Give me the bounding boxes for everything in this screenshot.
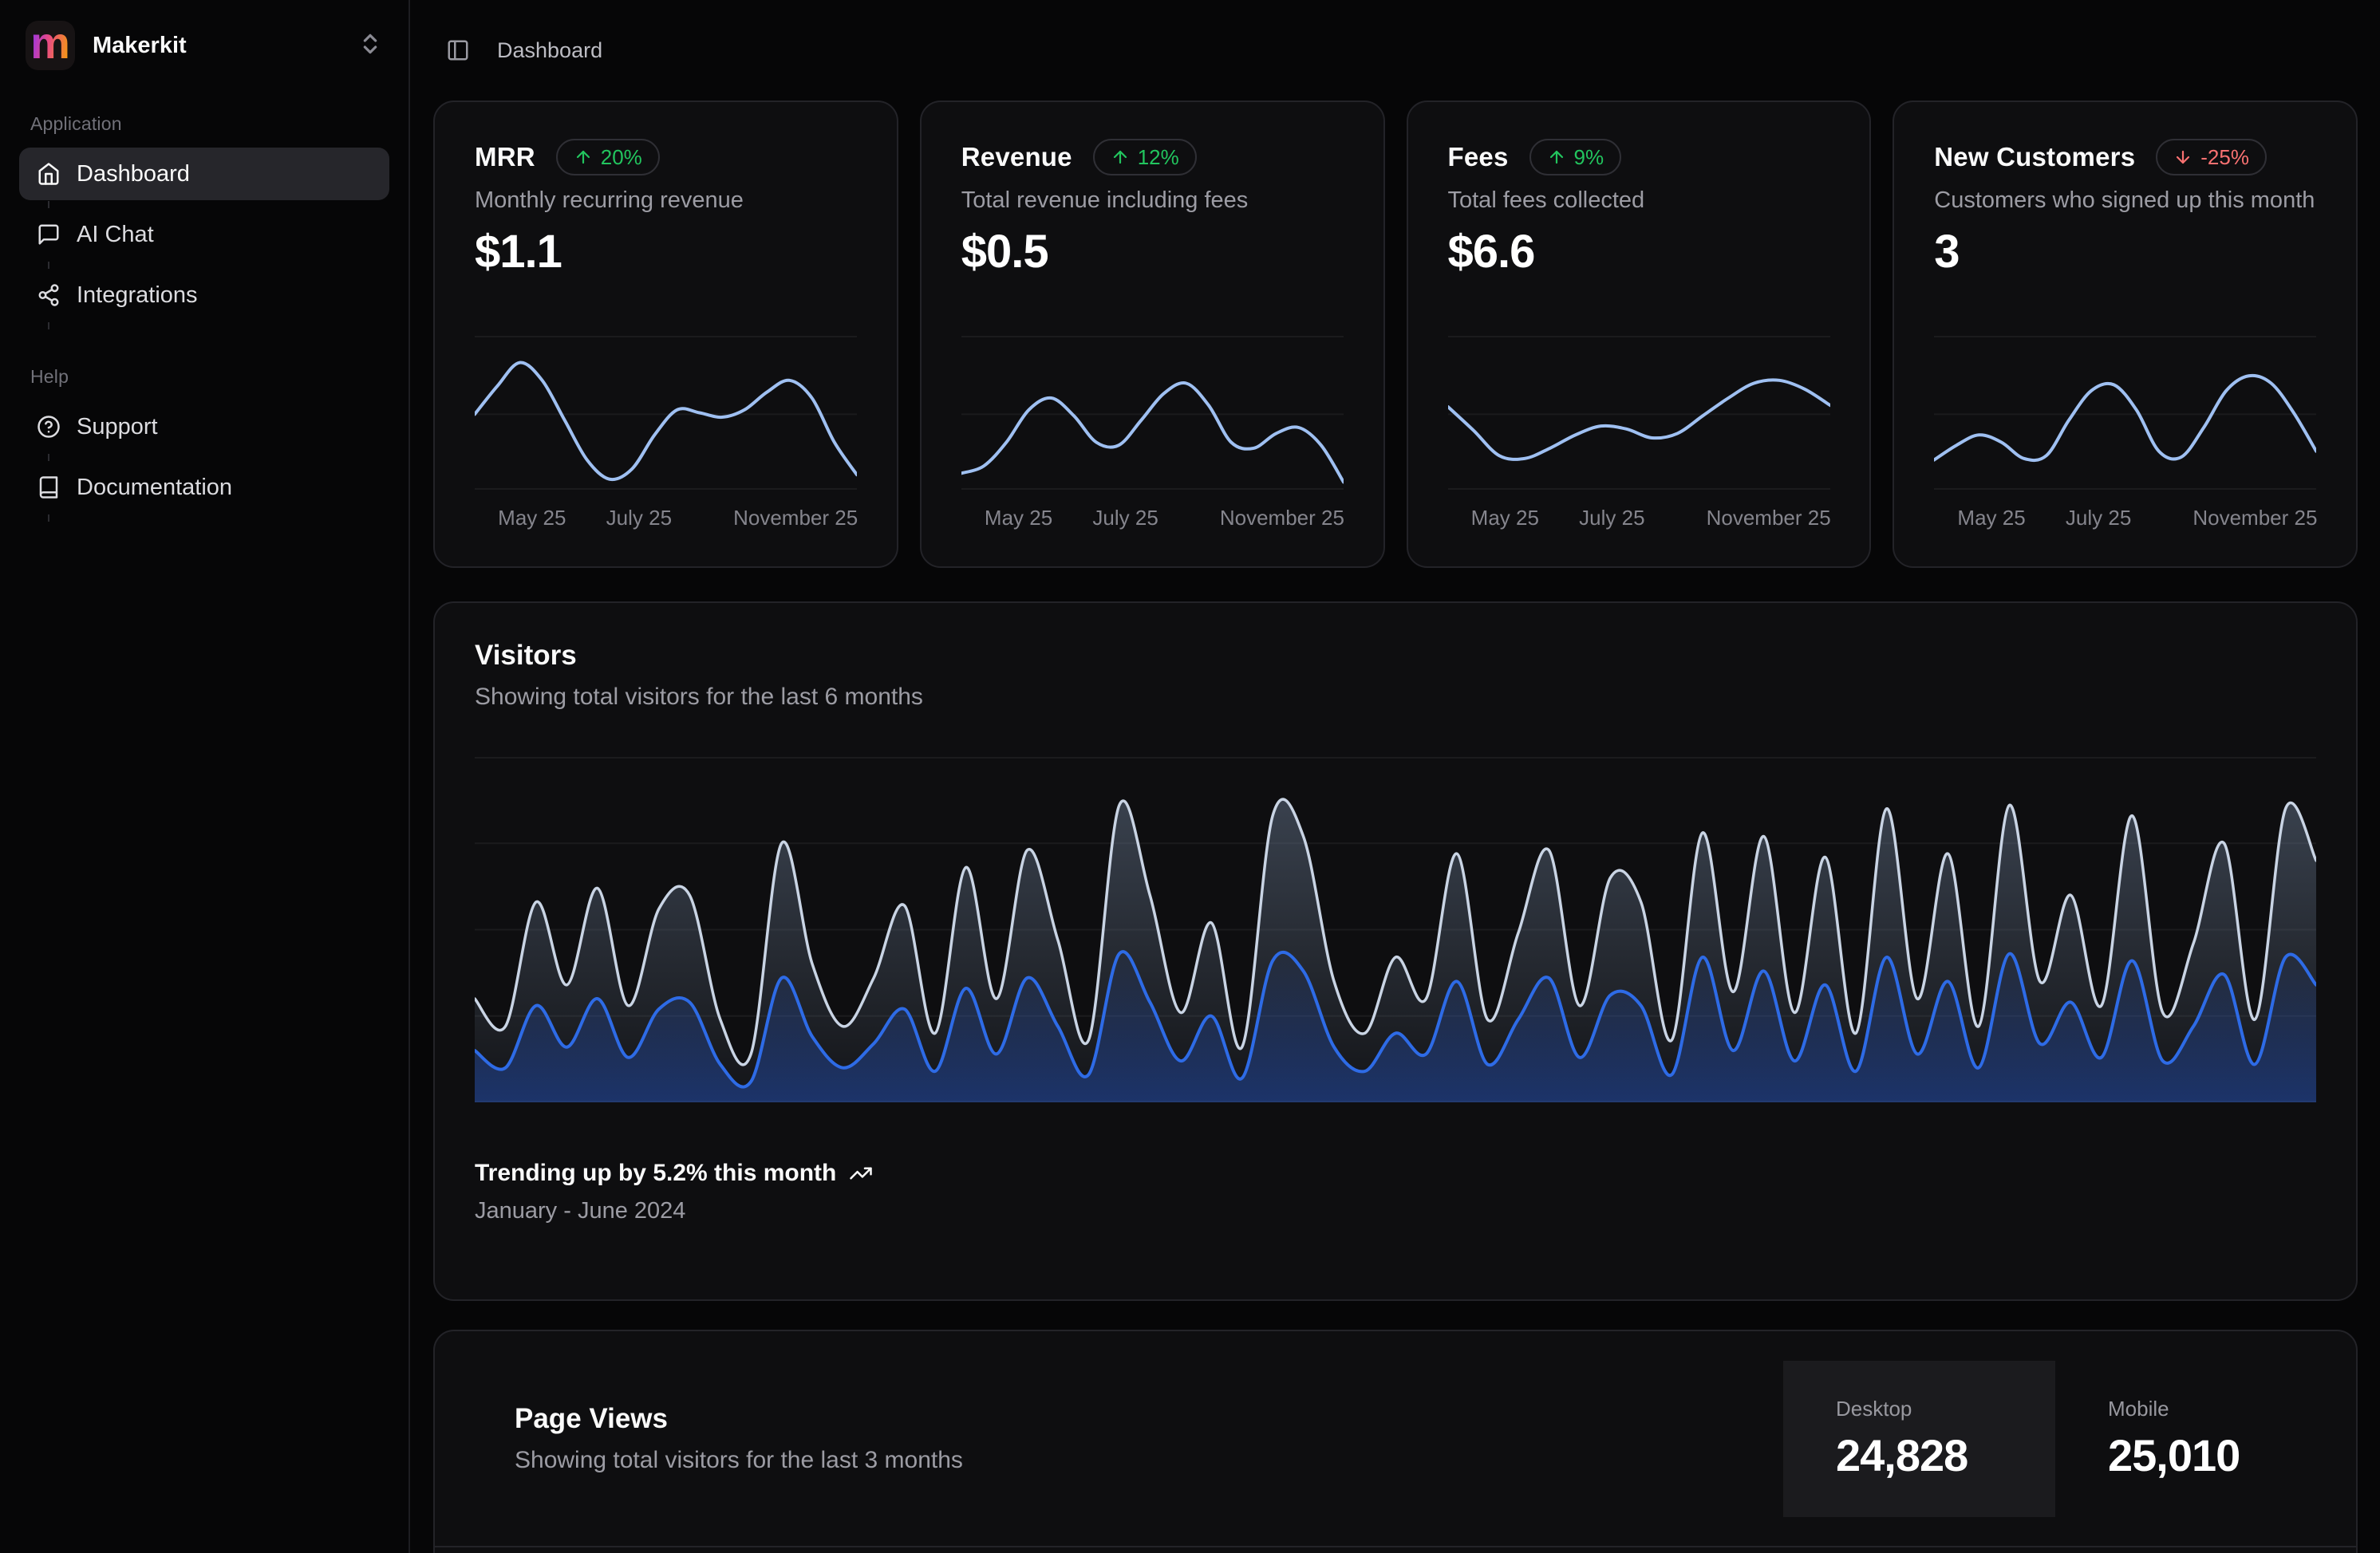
trend-badge: 20% <box>556 139 660 175</box>
trend-value: 20% <box>601 145 642 170</box>
sidebar-item-label: Documentation <box>77 475 232 501</box>
stat-subtitle: Total revenue including fees <box>961 187 1344 214</box>
stat-subtitle: Total fees collected <box>1448 187 1830 214</box>
visitors-area-chart <box>475 757 2316 1102</box>
sidebar-item-label: AI Chat <box>77 222 154 248</box>
desktop-value: 24,828 <box>1836 1429 2055 1481</box>
x-tick: July 25 <box>1092 506 1158 530</box>
stat-title: Revenue <box>961 142 1072 172</box>
page-views-card: Page Views Showing total visitors for th… <box>433 1330 2358 1553</box>
stat-card-mrr: MRR 20% Monthly recurring revenue $1.1 M… <box>433 101 898 568</box>
x-tick: November 25 <box>733 506 858 530</box>
home-icon <box>37 162 61 186</box>
sidebar-item-dashboard[interactable]: Dashboard <box>19 148 389 200</box>
desktop-toggle-button[interactable]: Desktop 24,828 <box>1783 1361 2055 1517</box>
trending-up-icon <box>849 1161 873 1185</box>
stat-value: $0.5 <box>961 225 1344 278</box>
x-tick: May 25 <box>985 506 1052 530</box>
panel-left-toggle-icon[interactable] <box>446 38 470 62</box>
desktop-label: Desktop <box>1836 1397 2055 1421</box>
app-root: m Makerkit Application Dashboard <box>0 0 2380 1553</box>
sidebar-item-integrations[interactable]: Integrations <box>19 269 389 321</box>
arrow-up-icon <box>574 148 593 167</box>
x-tick: November 25 <box>1707 506 1831 530</box>
sidebar-item-label: Integrations <box>77 282 198 309</box>
share-network-icon <box>37 283 61 307</box>
x-axis-labels: May 25 July 25 November 25 <box>1448 499 1830 531</box>
visitors-date-range: January - June 2024 <box>475 1198 2316 1224</box>
revenue-sparkline-chart <box>961 336 1344 490</box>
x-axis-labels: May 25 July 25 November 25 <box>475 499 857 531</box>
section-label-help: Help <box>19 366 389 388</box>
stat-title: New Customers <box>1934 142 2135 172</box>
chevrons-up-down-icon <box>357 31 383 61</box>
stat-value: $1.1 <box>475 225 857 278</box>
stat-card-revenue: Revenue 12% Total revenue including fees… <box>920 101 1385 568</box>
visitors-card: Visitors Showing total visitors for the … <box>433 601 2358 1301</box>
book-icon <box>37 475 61 499</box>
mrr-sparkline-chart <box>475 336 857 490</box>
visitors-subtitle: Showing total visitors for the last 6 mo… <box>475 684 2316 711</box>
x-axis-labels: May 25 July 25 November 25 <box>1934 499 2316 531</box>
trend-value: -25% <box>2200 145 2249 170</box>
sidebar-nav: Application Dashboard AI Chat <box>19 73 389 514</box>
x-axis-labels: May 25 July 25 November 25 <box>961 499 1344 531</box>
breadcrumb: Dashboard <box>497 38 602 63</box>
x-tick: May 25 <box>1471 506 1539 530</box>
workspace-name: Makerkit <box>93 33 187 59</box>
stat-title: MRR <box>475 142 535 172</box>
top-bar: Dashboard <box>433 0 2358 101</box>
makerkit-logo-letter: m <box>30 21 70 65</box>
section-label-application: Application <box>19 113 389 135</box>
arrow-up-icon <box>1111 148 1130 167</box>
sidebar-section-help: Help Support Documentation <box>19 366 389 514</box>
stat-title: Fees <box>1448 142 1509 172</box>
sidebar-item-label: Dashboard <box>77 161 190 187</box>
page-views-toggle-group: Desktop 24,828 Mobile 25,010 <box>1783 1331 2327 1546</box>
sidebar-item-ai-chat[interactable]: AI Chat <box>19 208 389 261</box>
sidebar: m Makerkit Application Dashboard <box>0 0 410 1553</box>
x-tick: July 25 <box>2066 506 2131 530</box>
mobile-toggle-button[interactable]: Mobile 25,010 <box>2055 1361 2327 1517</box>
page-views-subtitle: Showing total visitors for the last 3 mo… <box>515 1447 963 1474</box>
trend-value: 12% <box>1138 145 1179 170</box>
stat-cards-row: MRR 20% Monthly recurring revenue $1.1 M… <box>433 101 2358 568</box>
customers-sparkline-chart <box>1934 336 2316 490</box>
chat-bubble-icon <box>37 223 61 246</box>
arrow-down-icon <box>2173 148 2193 167</box>
page-views-title: Page Views <box>515 1403 963 1435</box>
mobile-label: Mobile <box>2108 1397 2327 1421</box>
x-tick: July 25 <box>606 506 672 530</box>
stat-value: 3 <box>1934 225 2316 278</box>
arrow-up-icon <box>1547 148 1566 167</box>
stat-card-new-customers: New Customers -25% Customers who signed … <box>1893 101 2358 568</box>
visitors-trend-text: Trending up by 5.2% this month <box>475 1160 836 1187</box>
sidebar-section-application: Application Dashboard AI Chat <box>19 113 389 321</box>
x-tick: May 25 <box>1957 506 2025 530</box>
main-content: Dashboard MRR 20% Monthly recurring reve… <box>410 0 2380 1553</box>
help-circle-icon <box>37 415 61 439</box>
trend-badge: 12% <box>1093 139 1197 175</box>
stat-subtitle: Customers who signed up this month <box>1934 187 2316 214</box>
stat-subtitle: Monthly recurring revenue <box>475 187 857 214</box>
trend-value: 9% <box>1574 145 1604 170</box>
x-tick: May 25 <box>498 506 566 530</box>
x-tick: November 25 <box>2193 506 2317 530</box>
x-tick: November 25 <box>1220 506 1344 530</box>
makerkit-logo: m <box>26 21 75 70</box>
sidebar-item-support[interactable]: Support <box>19 400 389 453</box>
trend-badge: 9% <box>1529 139 1622 175</box>
mobile-value: 25,010 <box>2108 1429 2327 1481</box>
sidebar-item-documentation[interactable]: Documentation <box>19 461 389 514</box>
workspace-switcher[interactable]: m Makerkit <box>19 18 389 73</box>
fees-sparkline-chart <box>1448 336 1830 490</box>
x-tick: July 25 <box>1579 506 1644 530</box>
stat-value: $6.6 <box>1448 225 1830 278</box>
stat-card-fees: Fees 9% Total fees collected $6.6 May 25… <box>1407 101 1872 568</box>
sidebar-item-label: Support <box>77 414 158 440</box>
visitors-title: Visitors <box>475 640 2316 672</box>
trend-badge: -25% <box>2156 139 2267 175</box>
